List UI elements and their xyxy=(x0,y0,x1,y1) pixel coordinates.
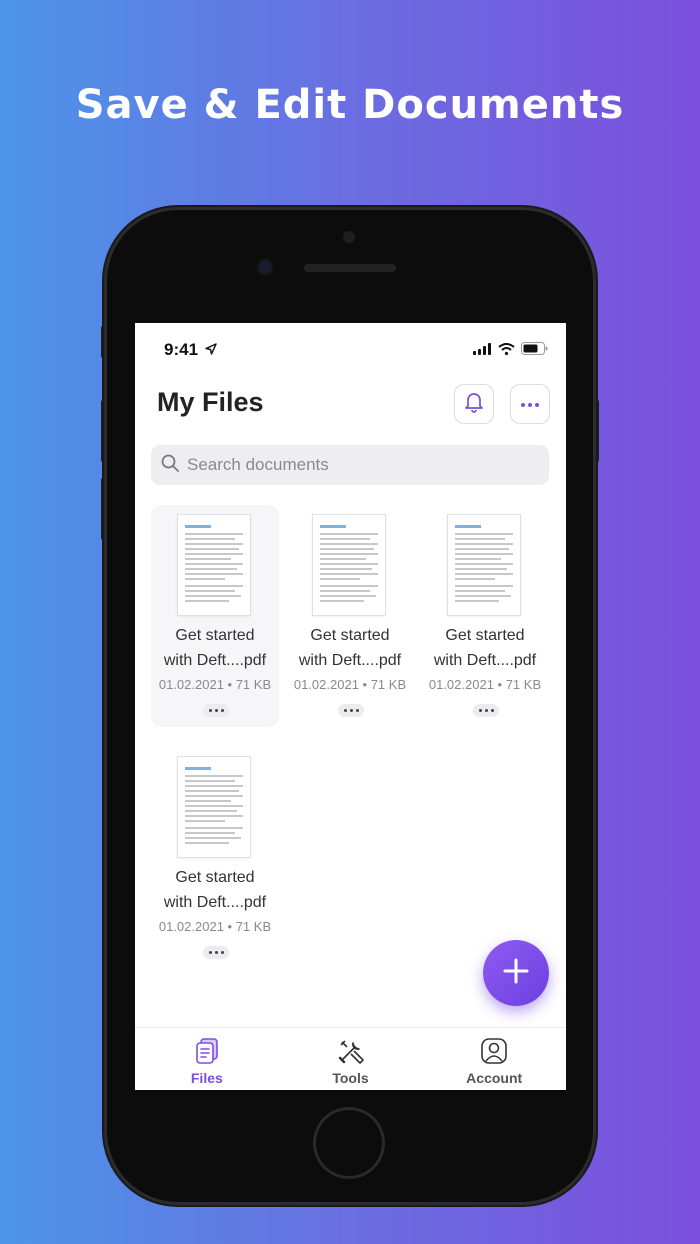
wifi-icon xyxy=(498,342,515,360)
status-time: 9:41 xyxy=(164,340,199,359)
account-icon xyxy=(480,1037,508,1070)
document-thumbnail xyxy=(313,515,385,615)
tab-label: Account xyxy=(466,1070,523,1086)
tools-icon xyxy=(337,1037,365,1070)
status-bar: 9:41 xyxy=(135,323,566,375)
file-item[interactable]: Get started with Deft....pdf 01.02.2021 … xyxy=(151,747,279,969)
file-meta: 01.02.2021 • 71 KB xyxy=(158,919,272,934)
file-name: Get started with Deft....pdf xyxy=(298,627,402,669)
file-item[interactable]: Get started with Deft....pdf 01.02.2021 … xyxy=(421,505,549,727)
file-more-button[interactable] xyxy=(473,704,499,717)
search-input[interactable] xyxy=(185,454,519,476)
more-options-button[interactable] xyxy=(510,384,550,424)
tab-label: Files xyxy=(190,1070,223,1086)
search-icon xyxy=(161,454,179,477)
headline: Save & Edit Documents xyxy=(75,82,625,128)
cellular-signal-icon xyxy=(473,342,492,360)
tab-bar: Files Tools Account xyxy=(135,1027,566,1090)
tab-files[interactable]: Files xyxy=(135,1028,279,1090)
file-meta: 01.02.2021 • 71 KB xyxy=(293,677,407,692)
page-title: My Files xyxy=(157,387,264,417)
files-icon xyxy=(194,1037,220,1070)
tab-label: Tools xyxy=(332,1070,369,1086)
file-more-button[interactable] xyxy=(203,704,229,717)
file-more-button[interactable] xyxy=(338,704,364,717)
document-thumbnail xyxy=(178,757,250,857)
tab-tools[interactable]: Tools xyxy=(279,1028,423,1090)
bell-icon xyxy=(464,391,484,418)
file-item[interactable]: Get started with Deft....pdf 01.02.2021 … xyxy=(151,505,279,727)
document-thumbnail xyxy=(448,515,520,615)
add-document-button[interactable] xyxy=(483,940,549,1006)
home-button[interactable] xyxy=(316,1110,382,1176)
file-item[interactable]: Get started with Deft....pdf 01.02.2021 … xyxy=(286,505,414,727)
file-name: Get started with Deft....pdf xyxy=(163,627,267,669)
proximity-sensor xyxy=(343,231,355,243)
notifications-button[interactable] xyxy=(454,384,494,424)
search-bar[interactable] xyxy=(151,445,549,485)
document-thumbnail xyxy=(178,515,250,615)
battery-icon xyxy=(521,342,548,360)
earpiece-speaker xyxy=(304,264,396,272)
file-name: Get started with Deft....pdf xyxy=(163,869,267,911)
file-more-button[interactable] xyxy=(203,946,229,959)
app-screen: 9:41 My Files Search documents Get start… xyxy=(135,323,566,1090)
tab-account[interactable]: Account xyxy=(422,1028,566,1090)
file-name: Get started with Deft....pdf xyxy=(433,627,537,669)
plus-icon xyxy=(502,957,530,990)
location-arrow-icon xyxy=(205,342,217,360)
file-meta: 01.02.2021 • 71 KB xyxy=(158,677,272,692)
front-camera xyxy=(258,260,272,274)
file-meta: 01.02.2021 • 71 KB xyxy=(428,677,542,692)
more-horizontal-icon xyxy=(520,395,540,413)
